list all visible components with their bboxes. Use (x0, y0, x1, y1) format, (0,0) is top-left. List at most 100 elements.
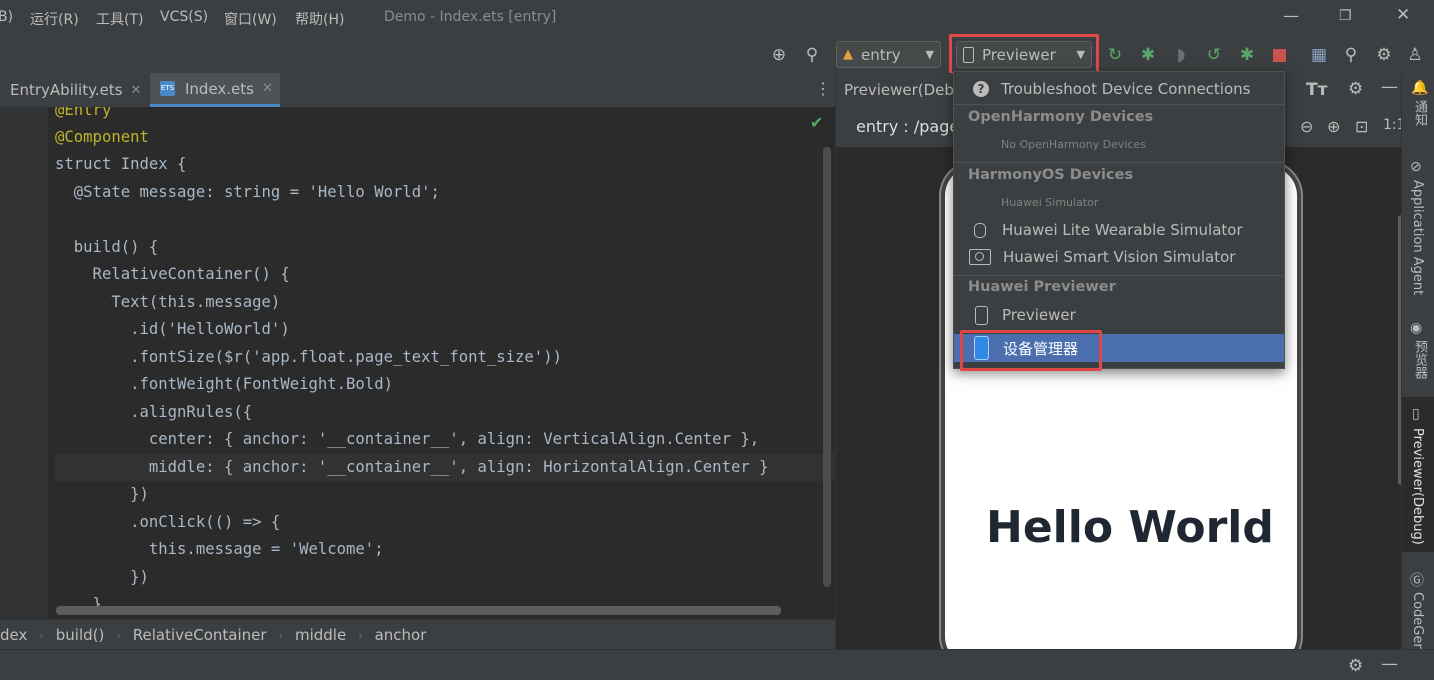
notification-bell-icon[interactable]: 🔔 (1411, 80, 1428, 96)
hello-world-text[interactable]: Hello World (986, 502, 1274, 553)
wearable-simulator-item[interactable]: Huawei Lite Wearable Simulator (954, 218, 1284, 242)
app-agent-icon: ⊘ (1410, 159, 1422, 175)
bottom-hide-icon[interactable]: — (1381, 654, 1398, 674)
tab-label: EntryAbility.ets (10, 81, 123, 99)
previewer-panel-title: Previewer(Deb (844, 81, 954, 99)
breadcrumb-item[interactable]: anchor (375, 626, 427, 644)
title-bar (0, 0, 1434, 37)
menu-build[interactable]: B) (0, 9, 13, 25)
bottom-bar (0, 649, 1434, 680)
inspection-ok-icon[interactable]: ✔ (810, 113, 823, 132)
close-window-icon[interactable]: ✕ (1396, 5, 1410, 25)
code-line: build() { (55, 238, 159, 256)
menu-help[interactable]: 帮助(H) (295, 9, 344, 29)
troubleshoot-item[interactable]: ? Troubleshoot Device Connections (954, 77, 1284, 101)
device-manager-highlight (960, 330, 1102, 371)
chevron-down-icon: ▼ (925, 48, 934, 61)
debug-attach-icon[interactable]: ✱ (1236, 44, 1258, 66)
code-line: }) (55, 485, 149, 503)
help-icon: ? (973, 81, 989, 97)
vertical-scrollbar[interactable] (823, 147, 831, 587)
panel-settings-icon[interactable]: ⚙ (1348, 79, 1363, 99)
code-line: .fontWeight(FontWeight.Bold) (55, 375, 393, 393)
device-dropdown-menu: ? Troubleshoot Device Connections OpenHa… (953, 71, 1285, 369)
more-tabs-icon[interactable]: ⋮ (815, 79, 831, 98)
attach-icon[interactable]: ◗ (1170, 44, 1192, 66)
device-manager-icon[interactable]: ▦ (1308, 44, 1330, 66)
menu-tools[interactable]: 工具(T) (96, 9, 143, 29)
code-editor[interactable]: @Entry @Component struct Index { @State … (48, 107, 835, 619)
huawei-previewer-header: Huawei Previewer (968, 279, 1116, 295)
code-line: center: { anchor: '__container__', align… (55, 430, 760, 448)
breadcrumb-item[interactable]: RelativeContainer (133, 626, 267, 644)
code-line: @State message: string = 'Hello World'; (55, 183, 440, 201)
menu-vcs[interactable]: VCS(S) (160, 9, 208, 25)
apply-changes-icon[interactable]: ↺ (1203, 44, 1225, 66)
breadcrumb-separator-icon: › (39, 628, 44, 642)
watch-icon (974, 222, 986, 238)
harmonyos-header: HarmonyOS Devices (968, 167, 1134, 183)
code-line-current: middle: { anchor: '__container__', align… (55, 454, 835, 481)
menu-window[interactable]: 窗口(W) (224, 9, 277, 29)
module-icon: ▲ (843, 47, 853, 62)
close-tab-icon[interactable]: ✕ (262, 81, 273, 96)
zoom-in-icon[interactable]: ⊕ (1327, 117, 1340, 136)
breadcrumb-item[interactable]: middle (295, 626, 346, 644)
close-tab-icon[interactable]: ✕ (131, 83, 142, 98)
troubleshoot-label: Troubleshoot Device Connections (1001, 80, 1251, 98)
account-icon[interactable]: ♙ (1404, 44, 1426, 66)
eye-icon: ◉ (1410, 320, 1423, 336)
minimize-icon[interactable]: — (1283, 6, 1299, 25)
code-line: RelativeContainer() { (55, 265, 290, 283)
search-icon[interactable]: ⚲ (1340, 44, 1362, 66)
zoom-out-icon[interactable]: ⊖ (1300, 117, 1313, 136)
notifications-tool[interactable]: 通知 (1410, 100, 1429, 126)
font-size-icon[interactable]: Tт (1306, 80, 1327, 100)
code-line: .alignRules({ (55, 403, 253, 421)
rerun-icon[interactable]: ↻ (1104, 44, 1126, 66)
ets-file-icon: ETS (160, 81, 175, 96)
menu-run[interactable]: 运行(R) (30, 9, 79, 29)
horizontal-scrollbar[interactable] (56, 606, 781, 615)
settings-gear-icon[interactable]: ⚙ (1373, 44, 1395, 66)
menu-separator (954, 104, 1284, 105)
breadcrumb-separator-icon: › (278, 628, 283, 642)
window-title: Demo - Index.ets [entry] (384, 9, 557, 25)
camera-icon (969, 249, 991, 265)
target-icon[interactable]: ⊕ (768, 44, 790, 66)
breadcrumb: dex › build() › RelativeContainer › midd… (0, 619, 835, 650)
breadcrumb-item[interactable]: dex (0, 626, 27, 644)
stop-icon[interactable] (1268, 44, 1290, 66)
smart-vision-simulator-label: Huawei Smart Vision Simulator (1003, 248, 1236, 266)
route-label: entry : /page (856, 117, 960, 136)
code-line: }) (55, 568, 149, 586)
previewer-item[interactable]: Previewer (954, 303, 1284, 327)
debug-icon[interactable]: ✱ (1137, 44, 1159, 66)
menu-separator (954, 162, 1284, 163)
breadcrumb-separator-icon: › (358, 628, 363, 642)
code-line: struct Index { (55, 155, 187, 173)
tab-entryability[interactable]: EntryAbility.ets ✕ (0, 73, 150, 107)
wearable-simulator-label: Huawei Lite Wearable Simulator (1002, 221, 1243, 239)
module-selector[interactable]: ▲ entry ▼ (836, 41, 941, 68)
breadcrumb-item[interactable]: build() (56, 626, 105, 644)
code-line: .fontSize($r('app.float.page_text_font_s… (55, 348, 562, 366)
restore-icon[interactable]: ❐ (1339, 8, 1352, 24)
phone-tool-icon: ▯ (1412, 406, 1420, 422)
code-line: @Component (55, 128, 149, 146)
tab-index[interactable]: ETS Index.ets ✕ (150, 73, 280, 107)
breadcrumb-separator-icon: › (116, 628, 121, 642)
line-gutter (0, 107, 48, 619)
no-openharmony-devices: No OpenHarmony Devices (1001, 138, 1146, 151)
codegenie-icon: Ⓖ (1410, 573, 1424, 589)
plug-icon[interactable]: ⚲ (801, 44, 823, 66)
code-line: this.message = 'Welcome'; (55, 540, 384, 558)
fit-screen-icon[interactable]: ⊡ (1355, 117, 1368, 136)
smart-vision-simulator-item[interactable]: Huawei Smart Vision Simulator (954, 245, 1284, 269)
panel-hide-icon[interactable]: — (1381, 77, 1398, 97)
bottom-settings-icon[interactable]: ⚙ (1348, 656, 1363, 676)
huawei-simulator-subheader: Huawei Simulator (1001, 196, 1099, 209)
previewer-cn-tool[interactable]: 预览器 (1410, 340, 1429, 379)
application-agent-tool[interactable]: Application Agent (1410, 180, 1425, 295)
previewer-debug-tool[interactable]: Previewer(Debug) (1410, 428, 1425, 545)
